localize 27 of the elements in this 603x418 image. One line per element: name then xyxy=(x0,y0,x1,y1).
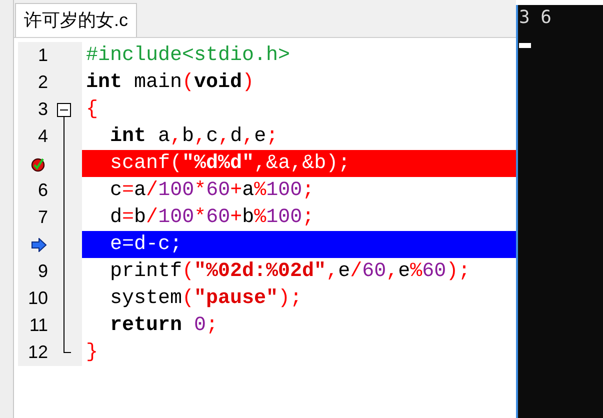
line-number: 6 xyxy=(38,180,48,200)
file-tab[interactable]: 许可岁的女.c xyxy=(15,3,138,37)
console-output: 3 6 xyxy=(519,6,552,30)
line-number: 12 xyxy=(28,342,48,362)
line-number: 2 xyxy=(38,72,48,92)
line-number: 3 xyxy=(38,99,48,119)
code-line: scanf("%d%d",&a,&b); xyxy=(109,150,350,176)
line-number: 7 xyxy=(38,207,48,227)
code-line: #include<stdio.h> xyxy=(86,42,290,68)
code-line: system("pause"); xyxy=(109,286,302,312)
code-line: printf("%02d:%02d",e/60,e%60); xyxy=(109,258,470,284)
line-number: 9 xyxy=(38,261,48,281)
line-number: 11 xyxy=(29,315,48,335)
code-line: int a,b,c,d,e; xyxy=(109,124,278,150)
console-cursor xyxy=(519,43,531,48)
fold-toggle[interactable] xyxy=(57,103,71,117)
code-line: e=d-c; xyxy=(109,232,182,258)
code-line: d=b/100*60+b%100; xyxy=(109,204,314,230)
line-number: 10 xyxy=(28,288,48,308)
code-line: return 0; xyxy=(109,312,218,338)
code-line: c=a/100*60+a%100; xyxy=(109,178,314,204)
code-line: int main(void) xyxy=(86,70,254,96)
line-number: 4 xyxy=(38,126,48,146)
breakpoint-icon[interactable] xyxy=(30,156,46,172)
code-line: } xyxy=(86,340,98,366)
code-line: { xyxy=(86,96,98,122)
line-number: 1 xyxy=(38,45,48,65)
